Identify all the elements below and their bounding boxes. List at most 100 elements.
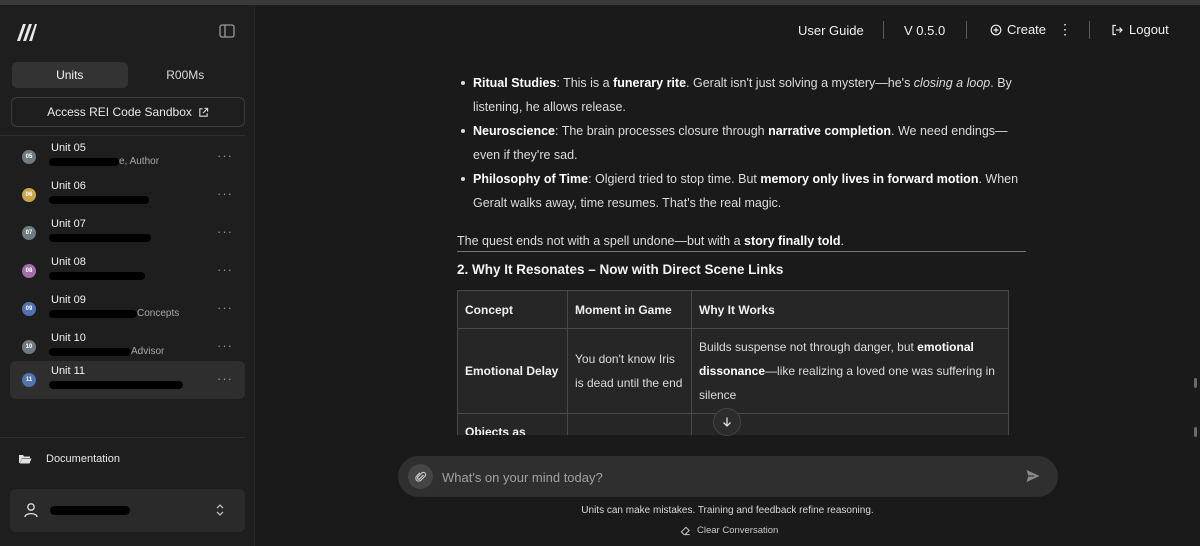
redaction bbox=[49, 157, 119, 166]
more-options-icon[interactable]: ··· bbox=[217, 338, 233, 353]
external-link-icon bbox=[199, 107, 209, 117]
list-item: Ritual Studies: This is a funerary rite.… bbox=[455, 71, 1030, 119]
unit-badge: 09 bbox=[22, 302, 36, 316]
table-cell: Builds suspense not through danger, but … bbox=[691, 328, 1009, 414]
user-menu[interactable] bbox=[10, 489, 245, 532]
add-circle-icon bbox=[990, 24, 1002, 35]
tab-units[interactable]: Units bbox=[12, 62, 128, 88]
unit-badge: 06 bbox=[22, 188, 36, 202]
arrow-down-icon bbox=[723, 417, 731, 427]
redaction bbox=[49, 271, 145, 280]
username-redaction bbox=[50, 506, 130, 515]
unit-subtitle: Concepts bbox=[49, 308, 179, 319]
sidebar-toggle-icon[interactable] bbox=[218, 22, 236, 40]
column-header: Concept bbox=[457, 290, 568, 329]
sandbox-button[interactable]: Access REI Code Sandbox bbox=[11, 97, 245, 127]
more-options-icon[interactable]: ··· bbox=[217, 148, 233, 163]
create-button[interactable]: Create bbox=[990, 22, 1046, 37]
paperclip-icon bbox=[414, 471, 426, 482]
unit-name: Unit 08 bbox=[51, 256, 86, 268]
unit-item-09[interactable]: 09 Unit 09 Concepts ··· bbox=[10, 290, 245, 328]
unit-badge: 10 bbox=[22, 340, 36, 354]
table-row: Emotional Delay You don't know Iris is d… bbox=[457, 328, 1009, 414]
disclaimer-text: Units can make mistakes. Training and fe… bbox=[581, 505, 874, 516]
sidebar-tab-switch: Units R00Ms bbox=[12, 62, 243, 88]
unit-name: Unit 05 bbox=[51, 142, 86, 154]
horizontal-rule bbox=[457, 251, 1026, 252]
unit-subtitle bbox=[49, 380, 183, 389]
nav-divider bbox=[1089, 21, 1090, 39]
nav-divider bbox=[966, 21, 967, 39]
tab-rooms[interactable]: R00Ms bbox=[128, 62, 244, 88]
more-options-icon[interactable]: ··· bbox=[217, 186, 233, 201]
send-icon[interactable] bbox=[1025, 468, 1041, 484]
unit-subtitle: Advisor bbox=[49, 346, 164, 357]
documentation-link[interactable]: Documentation bbox=[18, 453, 120, 465]
table-cell: Emotional Delay bbox=[457, 328, 568, 414]
column-header: Why It Works bbox=[691, 290, 1009, 329]
clear-conversation-label: Clear Conversation bbox=[697, 525, 779, 536]
unit-badge: 07 bbox=[22, 226, 36, 240]
unit-item-11[interactable]: 11 Unit 11 ··· bbox=[10, 361, 245, 399]
user-guide-link[interactable]: User Guide bbox=[798, 23, 864, 38]
table-cell: You don't know Iris is dead until the en… bbox=[567, 328, 692, 414]
chat-area: User Guide V 0.5.0 Create ⋮ Logout Ritua… bbox=[255, 5, 1200, 546]
unit-badge: 08 bbox=[22, 264, 36, 278]
table-cell bbox=[567, 413, 692, 435]
clear-conversation-button[interactable]: Clear Conversation bbox=[680, 525, 778, 536]
closing-paragraph: The quest ends not with a spell undone—b… bbox=[457, 234, 845, 248]
more-options-icon[interactable]: ··· bbox=[217, 371, 233, 386]
table-cell: Objects as bbox=[457, 413, 568, 435]
more-options-icon[interactable]: ··· bbox=[217, 300, 233, 315]
scroll-to-bottom-button[interactable] bbox=[713, 408, 741, 436]
unit-item-08[interactable]: 08 Unit 08 ··· bbox=[10, 252, 245, 290]
list-item: Neuroscience: The brain processes closur… bbox=[455, 119, 1030, 167]
nav-divider bbox=[883, 21, 884, 39]
unit-item-07[interactable]: 07 Unit 07 ··· bbox=[10, 214, 245, 252]
unit-name: Unit 06 bbox=[51, 180, 86, 192]
redaction bbox=[49, 380, 183, 389]
scrollbar-thumb[interactable] bbox=[1194, 378, 1197, 388]
unit-subtitle: e, Author bbox=[49, 156, 159, 167]
unit-badge: 11 bbox=[22, 373, 36, 387]
unit-name: Unit 09 bbox=[51, 294, 86, 306]
unit-subtitle bbox=[49, 233, 151, 242]
list-item: Philosophy of Time: Olgierd tried to sto… bbox=[455, 167, 1030, 215]
unit-badge: 05 bbox=[22, 150, 36, 164]
redaction bbox=[49, 309, 137, 318]
attach-button[interactable] bbox=[408, 464, 433, 489]
section-heading: 2. Why It Resonates – Now with Direct Sc… bbox=[457, 262, 784, 277]
bullet-list: Ritual Studies: This is a funerary rite.… bbox=[455, 71, 1030, 215]
eraser-icon bbox=[680, 526, 690, 536]
unit-name: Unit 11 bbox=[51, 365, 86, 377]
logout-button[interactable]: Logout bbox=[1111, 22, 1169, 37]
more-options-icon[interactable]: ··· bbox=[217, 224, 233, 239]
version-label: V 0.5.0 bbox=[904, 23, 946, 38]
create-label: Create bbox=[1007, 22, 1047, 37]
top-nav: User Guide V 0.5.0 Create ⋮ Logout bbox=[255, 21, 1200, 41]
sidebar: Units R00Ms Access REI Code Sandbox 05 U… bbox=[0, 5, 255, 546]
documentation-label: Documentation bbox=[46, 453, 120, 465]
logout-label: Logout bbox=[1129, 22, 1169, 37]
unit-item-05[interactable]: 05 Unit 05 e, Author ··· bbox=[10, 138, 245, 176]
column-header: Moment in Game bbox=[567, 290, 692, 329]
scrollbar-thumb[interactable] bbox=[1194, 427, 1197, 437]
message-content: Ritual Studies: This is a funerary rite.… bbox=[455, 71, 1030, 435]
chevron-up-down-icon bbox=[216, 504, 224, 516]
app-logo-icon[interactable] bbox=[16, 21, 38, 43]
message-composer bbox=[398, 456, 1058, 497]
redaction bbox=[49, 195, 149, 204]
more-options-icon[interactable]: ··· bbox=[217, 262, 233, 277]
redaction bbox=[49, 347, 131, 356]
unit-subtitle bbox=[49, 271, 145, 280]
logout-icon bbox=[1112, 24, 1123, 35]
sandbox-label: Access REI Code Sandbox bbox=[47, 105, 192, 119]
table-header-row: Concept Moment in Game Why It Works bbox=[457, 290, 1009, 329]
unit-item-06[interactable]: 06 Unit 06 ··· bbox=[10, 176, 245, 214]
unit-subtitle bbox=[49, 195, 149, 204]
unit-name: Unit 10 bbox=[51, 332, 86, 344]
more-menu-icon[interactable]: ⋮ bbox=[1058, 21, 1072, 38]
message-input[interactable] bbox=[442, 466, 1002, 488]
unit-name: Unit 07 bbox=[51, 218, 86, 230]
divider bbox=[0, 437, 245, 438]
